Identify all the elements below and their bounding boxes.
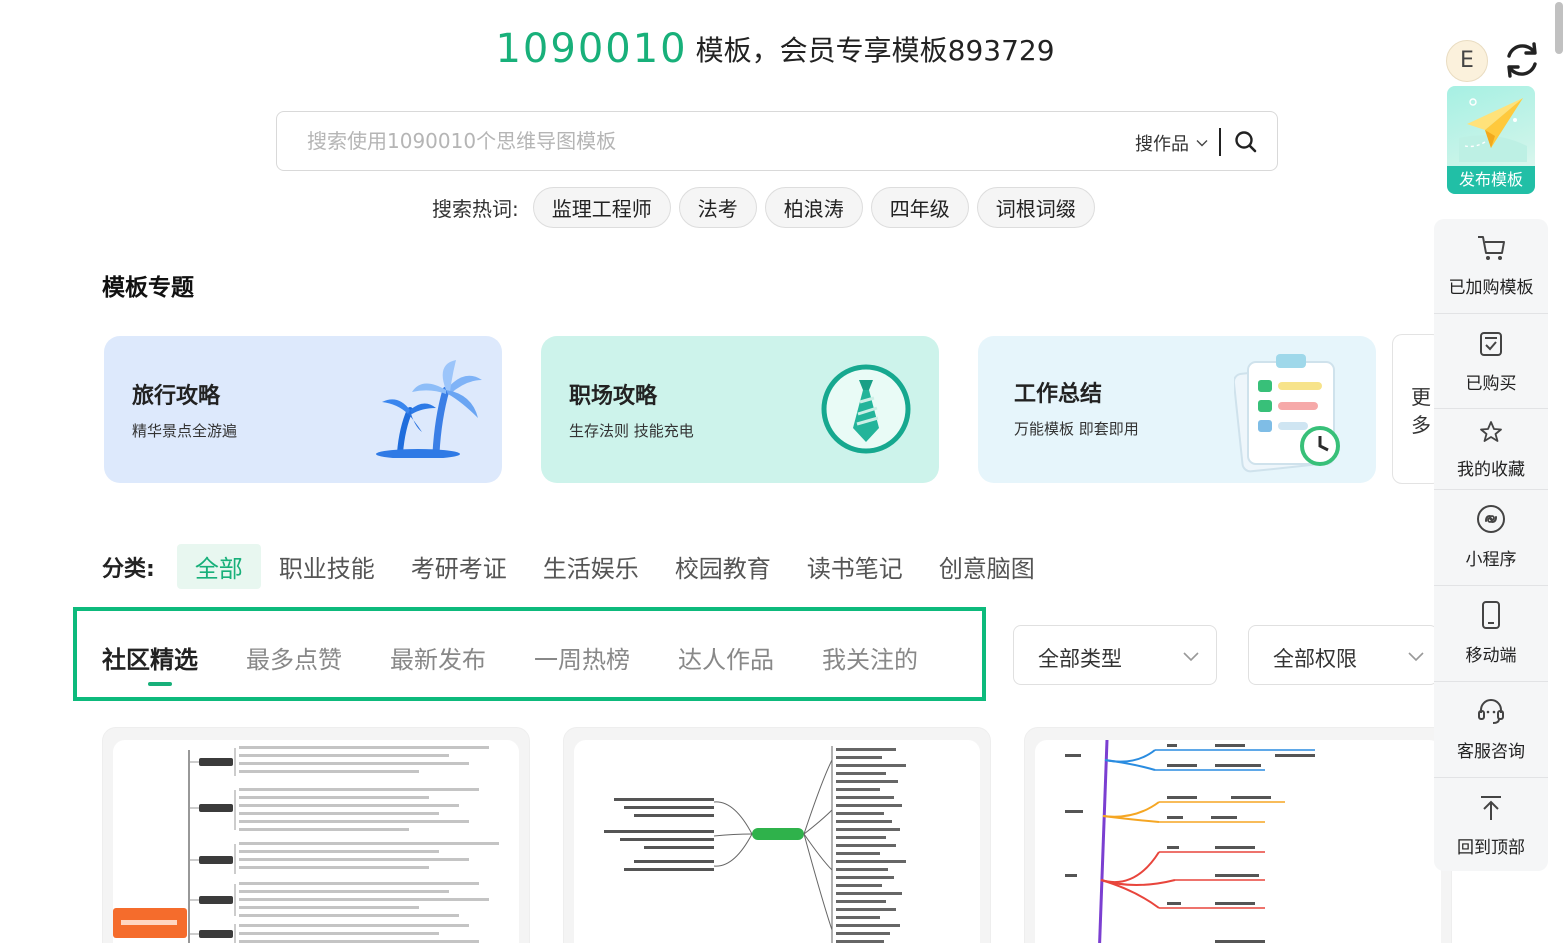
sidebar-item-label: 回到顶部 bbox=[1457, 838, 1525, 858]
category-item[interactable]: 校园教育 bbox=[657, 544, 789, 589]
category-item[interactable]: 考研考证 bbox=[393, 544, 525, 589]
topics-section-title: 模板专题 bbox=[102, 275, 194, 301]
permission-filter-select[interactable]: 全部权限 bbox=[1248, 625, 1438, 685]
sidebar-item-cart[interactable]: 已加购模板 bbox=[1434, 233, 1548, 298]
mindmap-thumbnail bbox=[574, 740, 980, 943]
hot-tag[interactable]: 监理工程师 bbox=[532, 187, 671, 228]
mindmap-thumbnail bbox=[113, 740, 519, 943]
template-card[interactable] bbox=[102, 727, 530, 943]
search-scope-dropdown[interactable]: 搜作品 bbox=[1135, 130, 1209, 156]
right-sidebar-panel: 已加购模板 已购买 我的收藏 小程序 移动端 客服咨询 回到顶部 bbox=[1434, 219, 1548, 871]
mindmap-thumbnail bbox=[1035, 739, 1441, 943]
sidebar-divider bbox=[1434, 585, 1548, 586]
template-total-count: 1090010 bbox=[495, 26, 688, 72]
search-divider bbox=[1219, 128, 1221, 156]
search-scope-label: 搜作品 bbox=[1135, 134, 1189, 155]
mini-program-icon bbox=[1477, 505, 1505, 533]
publish-template-button[interactable]: 发布模板 bbox=[1447, 86, 1535, 194]
cart-icon bbox=[1478, 236, 1505, 260]
purchased-icon bbox=[1480, 332, 1502, 356]
hot-tag[interactable]: 柏浪涛 bbox=[764, 187, 863, 228]
sort-tabs: 社区精选 最多点赞 最新发布 一周热榜 达人作品 我关注的 bbox=[102, 640, 966, 686]
topics-more-label: 更多 bbox=[1411, 385, 1431, 437]
topic-card-subtitle: 生存法则 技能充电 bbox=[569, 422, 694, 440]
tab-weekly-hot[interactable]: 一周热榜 bbox=[534, 640, 630, 675]
tab-following[interactable]: 我关注的 bbox=[822, 640, 918, 675]
topic-card-work-summary[interactable]: 工作总结 万能模板 即套即用 bbox=[978, 336, 1376, 483]
necktie-icon bbox=[821, 364, 911, 454]
category-item[interactable]: 生活娱乐 bbox=[525, 544, 657, 589]
sidebar-item-label: 客服咨询 bbox=[1457, 742, 1525, 762]
template-card[interactable] bbox=[563, 727, 991, 943]
sidebar-divider bbox=[1434, 313, 1548, 314]
clipboard-checklist-icon bbox=[1234, 354, 1340, 473]
category-item[interactable]: 创意脑图 bbox=[921, 544, 1053, 589]
template-card[interactable] bbox=[1024, 727, 1452, 943]
hot-search-label: 搜索热词: bbox=[432, 197, 519, 221]
search-input[interactable] bbox=[307, 126, 1107, 156]
sidebar-item-back-to-top[interactable]: 回到顶部 bbox=[1434, 793, 1548, 858]
tab-community-picks[interactable]: 社区精选 bbox=[102, 640, 198, 686]
category-all[interactable]: 全部 bbox=[176, 544, 261, 589]
tab-expert-works[interactable]: 达人作品 bbox=[678, 640, 774, 675]
user-avatar[interactable]: E bbox=[1446, 40, 1488, 82]
sidebar-item-purchased[interactable]: 已购买 bbox=[1434, 329, 1548, 394]
topic-card-travel[interactable]: 旅行攻略 精华景点全游遍 bbox=[104, 336, 502, 483]
mobile-icon bbox=[1482, 601, 1500, 629]
category-row: 分类: 全部 职业技能 考研考证 生活娱乐 校园教育 读书笔记 创意脑图 bbox=[102, 544, 1053, 589]
topic-card-title: 工作总结 bbox=[1014, 382, 1103, 407]
hot-tag[interactable]: 四年级 bbox=[870, 187, 969, 228]
topic-card-title: 职场攻略 bbox=[569, 384, 658, 409]
chevron-down-icon bbox=[1196, 140, 1208, 147]
publish-template-label: 发布模板 bbox=[1447, 166, 1535, 194]
tab-most-liked[interactable]: 最多点赞 bbox=[246, 640, 342, 675]
sidebar-divider bbox=[1434, 408, 1548, 409]
back-to-top-icon bbox=[1481, 796, 1501, 820]
hot-tag[interactable]: 词根词缀 bbox=[976, 187, 1095, 228]
template-count-header: 1090010 模板，会员专享模板893729 bbox=[0, 26, 1550, 72]
paper-plane-icon bbox=[1459, 98, 1527, 162]
category-label: 分类: bbox=[102, 556, 155, 582]
type-filter-label: 全部类型 bbox=[1038, 647, 1122, 671]
topic-card-title: 旅行攻略 bbox=[132, 384, 221, 409]
sidebar-item-favorites[interactable]: 我的收藏 bbox=[1434, 419, 1548, 480]
chevron-down-icon bbox=[1408, 652, 1424, 662]
tab-newest[interactable]: 最新发布 bbox=[390, 640, 486, 675]
template-count-text: 模板，会员专享模板893729 bbox=[695, 34, 1055, 67]
sidebar-item-label: 移动端 bbox=[1465, 646, 1517, 666]
sidebar-item-customer-service[interactable]: 客服咨询 bbox=[1434, 695, 1548, 762]
hot-tag[interactable]: 法考 bbox=[678, 187, 757, 228]
type-filter-select[interactable]: 全部类型 bbox=[1013, 625, 1217, 685]
sidebar-item-mobile[interactable]: 移动端 bbox=[1434, 599, 1548, 666]
scrollbar-thumb[interactable] bbox=[1555, 2, 1563, 54]
sidebar-item-mini-program[interactable]: 小程序 bbox=[1434, 503, 1548, 570]
headset-icon bbox=[1478, 699, 1504, 724]
category-item[interactable]: 职业技能 bbox=[261, 544, 393, 589]
search-button[interactable] bbox=[1232, 128, 1260, 156]
sidebar-divider bbox=[1434, 489, 1548, 490]
sidebar-divider bbox=[1434, 681, 1548, 682]
sidebar-item-label: 已加购模板 bbox=[1448, 278, 1534, 298]
topic-card-subtitle: 精华景点全游遍 bbox=[132, 422, 238, 440]
permission-filter-label: 全部权限 bbox=[1273, 647, 1357, 671]
topic-card-subtitle: 万能模板 即套即用 bbox=[1014, 420, 1139, 438]
topic-card-career[interactable]: 职场攻略 生存法则 技能充电 bbox=[541, 336, 939, 483]
chevron-down-icon bbox=[1183, 652, 1199, 662]
sidebar-divider bbox=[1434, 777, 1548, 778]
sidebar-item-label: 已购买 bbox=[1465, 374, 1517, 394]
search-icon bbox=[1235, 131, 1257, 153]
search-bar: 搜作品 bbox=[276, 111, 1278, 171]
star-icon bbox=[1480, 421, 1502, 442]
category-item[interactable]: 读书笔记 bbox=[789, 544, 921, 589]
hot-search-row: 搜索热词: 监理工程师 法考 柏浪涛 四年级 词根词缀 bbox=[432, 187, 1103, 228]
refresh-button[interactable] bbox=[1500, 38, 1544, 82]
refresh-icon bbox=[1507, 42, 1537, 78]
palm-tree-icon bbox=[376, 360, 482, 458]
sidebar-item-label: 我的收藏 bbox=[1457, 460, 1525, 480]
page-scrollbar[interactable] bbox=[1553, 0, 1565, 943]
sidebar-item-label: 小程序 bbox=[1465, 550, 1517, 570]
